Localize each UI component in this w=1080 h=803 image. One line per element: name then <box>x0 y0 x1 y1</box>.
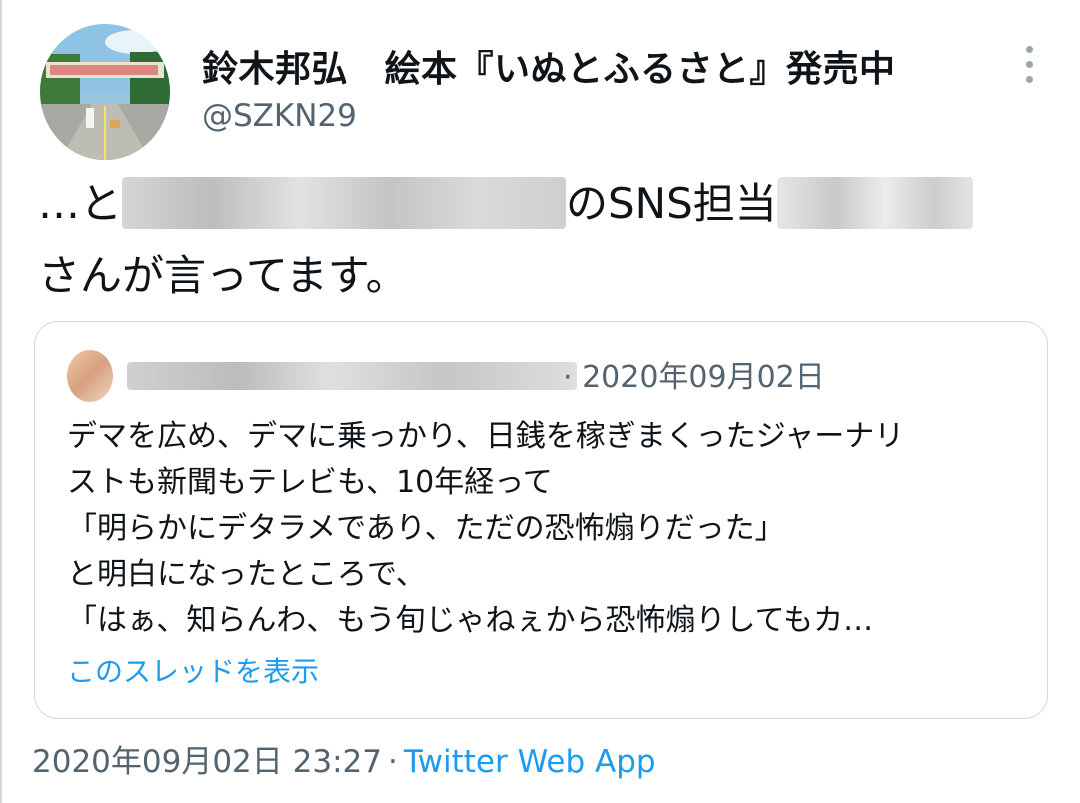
author-handle[interactable]: @SZKN29 <box>202 98 357 134</box>
tweet-text-middle: のSNS担当 <box>566 179 777 228</box>
quoted-line: 「明らかにデタラメであり、ただの恐怖煽りだった」 <box>67 511 785 546</box>
quoted-tweet-text: デマを広め、デマに乗っかり、日銭を稼ぎまくったジャーナリ ストも新聞もテレビも、… <box>67 414 1027 644</box>
tweet-line-2: さんが言ってます。 <box>38 251 408 300</box>
redacted-person-name <box>776 176 973 229</box>
quoted-line: 「はぁ、知らんわ、もう旬じゃねぇから恐怖煽りしてもカ… <box>67 603 874 638</box>
quoted-tweet-date[interactable]: · 2020年09月02日 <box>563 352 825 396</box>
quoted-line: と明白になったところで、 <box>67 557 426 592</box>
tweet-meta: 2020年09月02日 23:27 · Twitter Web App <box>32 736 656 781</box>
tweet-line-1: …と のSNS担当 <box>38 168 1038 240</box>
tweet-timestamp[interactable]: 2020年09月02日 23:27 <box>32 744 382 780</box>
author-display-name[interactable]: 鈴木邦弘 絵本『いぬとふるさと』発売中 <box>202 40 896 92</box>
show-thread-link[interactable]: このスレッドを表示 <box>67 650 319 690</box>
left-border <box>0 0 2 803</box>
quoted-tweet-card[interactable]: · 2020年09月02日 デマを広め、デマに乗っかり、日銭を稼ぎまくったジャー… <box>34 321 1048 719</box>
redacted-organization-name <box>122 176 567 229</box>
quoted-line: デマを広め、デマに乗っかり、日銭を稼ぎまくったジャーナリ <box>67 419 905 454</box>
quoted-author-name-redacted <box>127 362 577 390</box>
tweet-text: …と のSNS担当 さんが言ってます。 <box>38 168 1038 312</box>
author-avatar[interactable] <box>40 24 170 160</box>
meta-separator: · <box>387 744 398 780</box>
tweet-text-prefix: …と <box>38 179 123 228</box>
more-options-icon[interactable] <box>1016 44 1044 86</box>
quoted-line: ストも新聞もテレビも、10年経って <box>67 465 553 500</box>
tweet-source-link[interactable]: Twitter Web App <box>404 744 656 780</box>
quoted-author-avatar-redacted <box>67 350 113 402</box>
avatar-illustration <box>40 24 170 160</box>
